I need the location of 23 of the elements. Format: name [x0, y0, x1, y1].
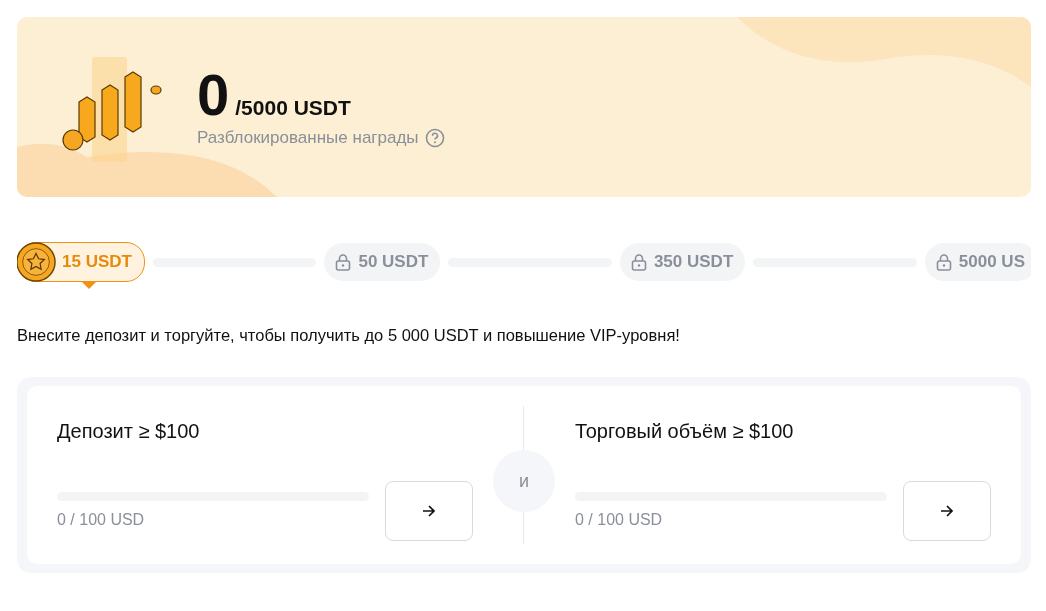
reward-tier-chip[interactable]: 50 USDT	[324, 243, 441, 281]
arrow-right-icon	[939, 503, 955, 518]
star-coin-icon	[17, 242, 56, 282]
help-icon[interactable]	[424, 128, 445, 148]
reward-amount: 0	[197, 66, 230, 124]
lock-icon	[934, 253, 953, 271]
arrow-right-icon	[421, 503, 437, 518]
progress-text: 0 / 100 USD	[575, 511, 664, 529]
reward-tier-chip[interactable]: 5000 US	[924, 243, 1031, 281]
rewards-caption: Разблокированные награды	[197, 128, 419, 148]
task-title: Торговый объём ≥ $100	[575, 419, 795, 443]
progress-text: 0 / 100 USD	[57, 511, 146, 529]
promo-text: Внесите депозит и торгуйте, чтобы получить до 5 000 USDT и повышение VIP-уровня!	[17, 326, 680, 344]
go-button[interactable]	[903, 480, 991, 541]
lock-icon	[334, 253, 353, 271]
task-title: Депозит ≥ $100	[57, 419, 201, 443]
pointer-icon	[82, 282, 96, 289]
lock-icon	[629, 253, 648, 271]
reward-total: /5000 USDT	[235, 96, 351, 120]
and-label: и	[493, 450, 555, 512]
reward-tier-chip[interactable]: 350 USDT	[619, 243, 746, 281]
reward-tier-chip[interactable]: 15 USDT	[17, 242, 145, 282]
go-button[interactable]	[385, 480, 473, 541]
